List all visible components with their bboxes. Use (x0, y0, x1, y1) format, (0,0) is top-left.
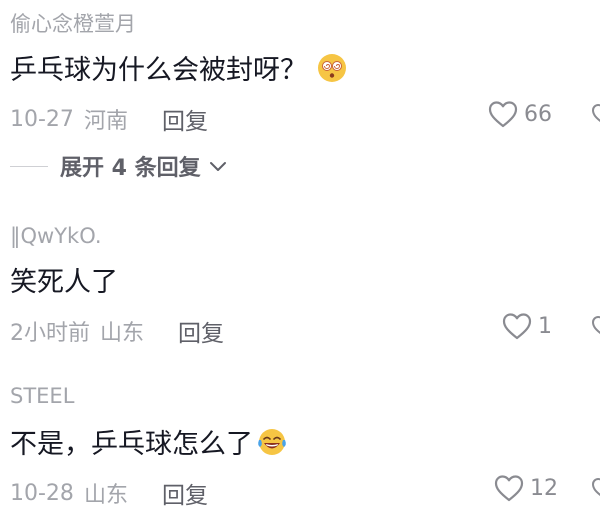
comment-date: 2小时前 (10, 321, 90, 346)
comment-text-body: 不是，乒乓球怎么了 (10, 429, 253, 460)
comment-meta: 10-27 河南 回复 (10, 102, 208, 136)
tears-of-joy-emoji-icon (258, 428, 286, 455)
comment-username[interactable]: STEEL (10, 384, 74, 408)
divider (10, 165, 48, 167)
expand-replies-label: 展开 4 条回复 (60, 156, 201, 181)
comment-username[interactable]: ‖QwYkO. (10, 224, 102, 248)
like-count: 66 (524, 101, 552, 127)
expand-replies-button[interactable]: 展开 4 条回复 (10, 150, 227, 182)
like-count: 1 (538, 313, 552, 339)
like-button[interactable]: 12 (494, 474, 558, 502)
comment-item: ‖QwYkO. 笑死人了 2小时前 山东 回复 1 (0, 200, 600, 360)
heart-outline-icon (502, 313, 532, 340)
comment-text: 笑死人了 (10, 260, 118, 299)
heart-outline-icon (488, 101, 518, 128)
comment-item: 偷心念橙萱月 乒乓球为什么会被封呀？ 10-27 河南 回复 66 展开 4 条… (0, 0, 600, 200)
comment-text: 乒乓球为什么会被封呀？ (10, 48, 347, 87)
heart-outline-icon (592, 315, 600, 335)
like-button[interactable]: 1 (502, 312, 552, 340)
comment-text-body: 乒乓球为什么会被封呀？ (10, 55, 307, 86)
comment-location: 山东 (100, 321, 145, 346)
comment-date: 10-27 (10, 106, 74, 132)
comment-date: 10-28 (10, 480, 74, 506)
comment-username[interactable]: 偷心念橙萱月 (10, 8, 136, 38)
comment-location: 山东 (83, 483, 128, 508)
comment-location: 河南 (83, 109, 128, 134)
like-count: 12 (530, 475, 558, 501)
comment-text: 不是，乒乓球怎么了 (10, 422, 287, 461)
comment-meta: 10-28 山东 回复 (10, 476, 208, 510)
heart-outline-icon (494, 475, 524, 502)
comment-item: STEEL 不是，乒乓球怎么了 10-28 山东 回复 12 (0, 360, 600, 513)
dizzy-face-emoji-icon (318, 53, 346, 82)
reply-button[interactable]: 回复 (178, 314, 224, 348)
comment-text-body: 笑死人了 (10, 267, 118, 298)
chevron-down-icon (209, 162, 226, 171)
reply-button[interactable]: 回复 (162, 102, 208, 136)
reply-button[interactable]: 回复 (162, 476, 208, 510)
like-button[interactable]: 66 (488, 100, 552, 128)
heart-outline-icon (592, 477, 600, 497)
comment-meta: 2小时前 山东 回复 (10, 314, 224, 348)
heart-outline-icon (592, 103, 600, 123)
